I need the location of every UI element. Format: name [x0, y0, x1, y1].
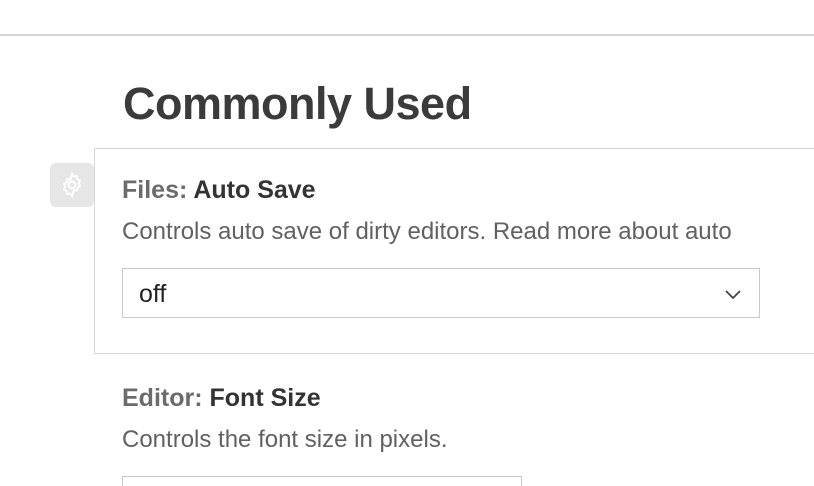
setting-title-font-size: Editor: Font Size — [122, 382, 321, 414]
chevron-down-icon — [725, 290, 741, 300]
gear-icon — [62, 171, 82, 199]
setting-category-label: Editor: — [122, 384, 210, 412]
setting-gear-button[interactable] — [50, 163, 94, 207]
setting-description-auto-save: Controls auto save of dirty editors. Rea… — [122, 218, 732, 245]
auto-save-select-value: off — [139, 280, 167, 308]
setting-name-label: Auto Save — [193, 176, 316, 204]
setting-name-label: Font Size — [209, 384, 321, 412]
setting-category-label: Files: — [122, 176, 194, 204]
font-size-input[interactable] — [122, 476, 522, 486]
auto-save-select[interactable]: off — [122, 268, 760, 318]
setting-title-auto-save: Files: Auto Save — [122, 174, 316, 206]
section-title: Commonly Used — [123, 78, 472, 129]
header-divider — [0, 34, 814, 36]
setting-description-font-size: Controls the font size in pixels. — [122, 426, 448, 453]
settings-page: Commonly Used Files: Auto Save Controls … — [0, 0, 814, 486]
